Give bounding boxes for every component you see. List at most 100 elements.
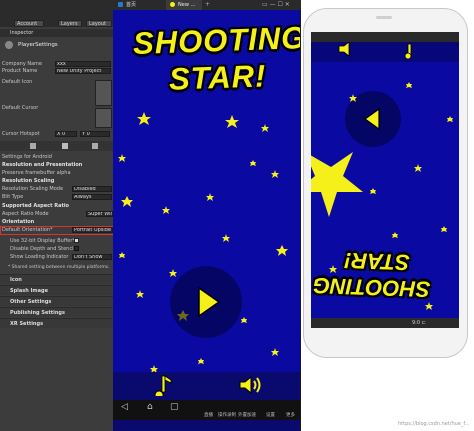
nav-label-record[interactable]: 操作录制 [218,412,236,418]
star-icon [414,164,422,172]
disable-depth-checkbox[interactable] [74,246,79,251]
window-controls[interactable]: ▭ — ☐ ✕ [262,1,290,9]
star-icon [241,317,247,323]
publishing-settings-section-header[interactable]: Publishing Settings [0,307,114,317]
cursor-hotspot-label: Cursor Hotspot [2,131,40,137]
star-icon [137,112,151,125]
star-icon [150,365,158,372]
star-icon [447,116,453,122]
star-icon [118,154,126,162]
star-icon [311,152,363,217]
supported-aspect-ratio-header: Supported Aspect Ratio [2,203,69,209]
show-loading-label: Show Loading Indicator [10,254,69,260]
layers-dropdown[interactable]: Layers [58,20,82,27]
company-name-label: Company Name [2,61,43,67]
game-screen[interactable]: SHOOTING STAR! [113,10,300,372]
default-cursor-label: Default Cursor [2,105,39,111]
nav-label-accelerate[interactable]: 外置加速 [238,412,256,418]
xr-settings-section-header[interactable]: XR Settings [0,318,114,328]
nav-label-more[interactable]: 更多 [286,412,295,418]
phone-status-strip [311,32,459,42]
company-name-field[interactable]: xxx [55,61,111,67]
new-tab-button[interactable]: + [205,1,210,9]
use-32bit-buffer-label: Use 32-bit Display Buffer* [10,238,75,244]
nav-label-live[interactable]: 直播 [204,412,213,418]
game-title-line2: STAR! [168,58,267,97]
other-settings-section-header[interactable]: Other Settings [0,296,114,306]
orientation-header: Orientation [2,219,35,225]
settings-for-android: Settings for Android [2,154,52,160]
tab-game-label: New ... [178,2,196,8]
star-icon [441,226,447,232]
phone-game-screen[interactable]: STAR! SHOOTING [311,42,459,318]
home-icon[interactable]: ⌂ [147,402,153,412]
tab-home[interactable]: 首页 [126,1,136,9]
speaker-icon [338,42,350,57]
hotspot-x-field[interactable]: X 0 [55,131,77,137]
star-icon [271,348,279,356]
watermark-text: https://blog.csdn.net/hue_f... [398,421,470,427]
recents-icon[interactable]: ▢ [170,402,179,412]
resolution-presentation-header[interactable]: Resolution and Presentation [2,162,82,169]
aspect-ratio-mode-dropdown[interactable]: Super Wide Screen [86,211,113,217]
default-orientation-label: Default Orientation* [2,227,53,233]
star-icon [392,232,398,238]
unity-inspector-panel: Account Layers Layout Inspector PlayerSe… [0,0,114,431]
phone-flipped-title-line1: SHOOTING [312,272,431,303]
hotspot-y-field[interactable]: Y 0 [80,131,110,137]
account-dropdown[interactable]: Account [14,20,44,27]
default-icon-slot[interactable] [95,80,112,106]
star-icon [261,124,269,132]
phone-status-text: 9:0 ⊏ [412,320,426,326]
phone-speaker-grille [376,16,392,19]
resolution-scaling-header: Resolution Scaling [2,178,55,184]
blit-type-label: Blit Type [2,194,24,200]
star-icon [162,206,170,214]
star-icon [425,302,433,310]
star-icon [119,252,125,258]
star-icon [276,245,288,256]
phone-flipped-title-line2: STAR! [343,247,410,276]
preserve-framebuffer-label: Preserve framebuffer alpha [2,170,71,176]
splash-image-section-header[interactable]: Splash Image [0,285,114,295]
star-icon [225,115,239,128]
blit-type-dropdown[interactable]: Always [72,194,112,200]
product-name-label: Product Name [2,68,38,74]
speaker-icon[interactable] [238,374,262,396]
use-32bit-checkbox[interactable] [74,238,79,243]
star-icon [136,290,144,298]
star-icon [271,170,279,178]
star-icon [406,82,412,88]
product-name-field[interactable]: New Unity Project [55,68,111,74]
webgl-platform-icon[interactable] [92,143,98,149]
back-arrow-icon[interactable]: ◁ [121,402,128,412]
shared-setting-note: * Shared setting between multiple platfo… [8,265,110,270]
aspect-ratio-mode-label: Aspect Ratio Mode [2,211,49,217]
game-tab-icon [170,2,175,7]
android-platform-icon[interactable] [62,143,68,149]
star-icon [250,160,256,166]
star-icon [206,193,214,201]
inspector-tab[interactable]: Inspector [10,30,33,36]
star-icon [121,196,133,207]
star-icon [222,234,230,242]
layout-dropdown[interactable]: Layout [86,20,112,27]
default-cursor-slot[interactable] [95,108,112,128]
icon-section-header[interactable]: Icon [0,274,114,284]
phone-bottom-strip [311,318,459,328]
nav-label-settings[interactable]: 设置 [266,412,275,418]
gear-icon [5,41,13,49]
star-icon [370,188,376,194]
default-orientation-dropdown[interactable]: Portrait Upside Down [72,227,113,233]
music-note-icon[interactable] [153,374,173,396]
home-tab-icon [118,2,123,7]
show-loading-dropdown[interactable]: Don't Show [72,254,112,260]
disable-depth-label: Disable Depth and Stencil* [10,246,78,252]
game-title-line1: SHOOTING [132,19,300,62]
default-icon-label: Default Icon [2,79,33,85]
standalone-platform-icon[interactable] [30,143,36,149]
resolution-scaling-mode-dropdown[interactable]: Disabled [72,186,112,192]
player-settings-title: PlayerSettings [18,42,58,48]
star-icon [169,269,177,277]
star-icon [198,358,204,364]
